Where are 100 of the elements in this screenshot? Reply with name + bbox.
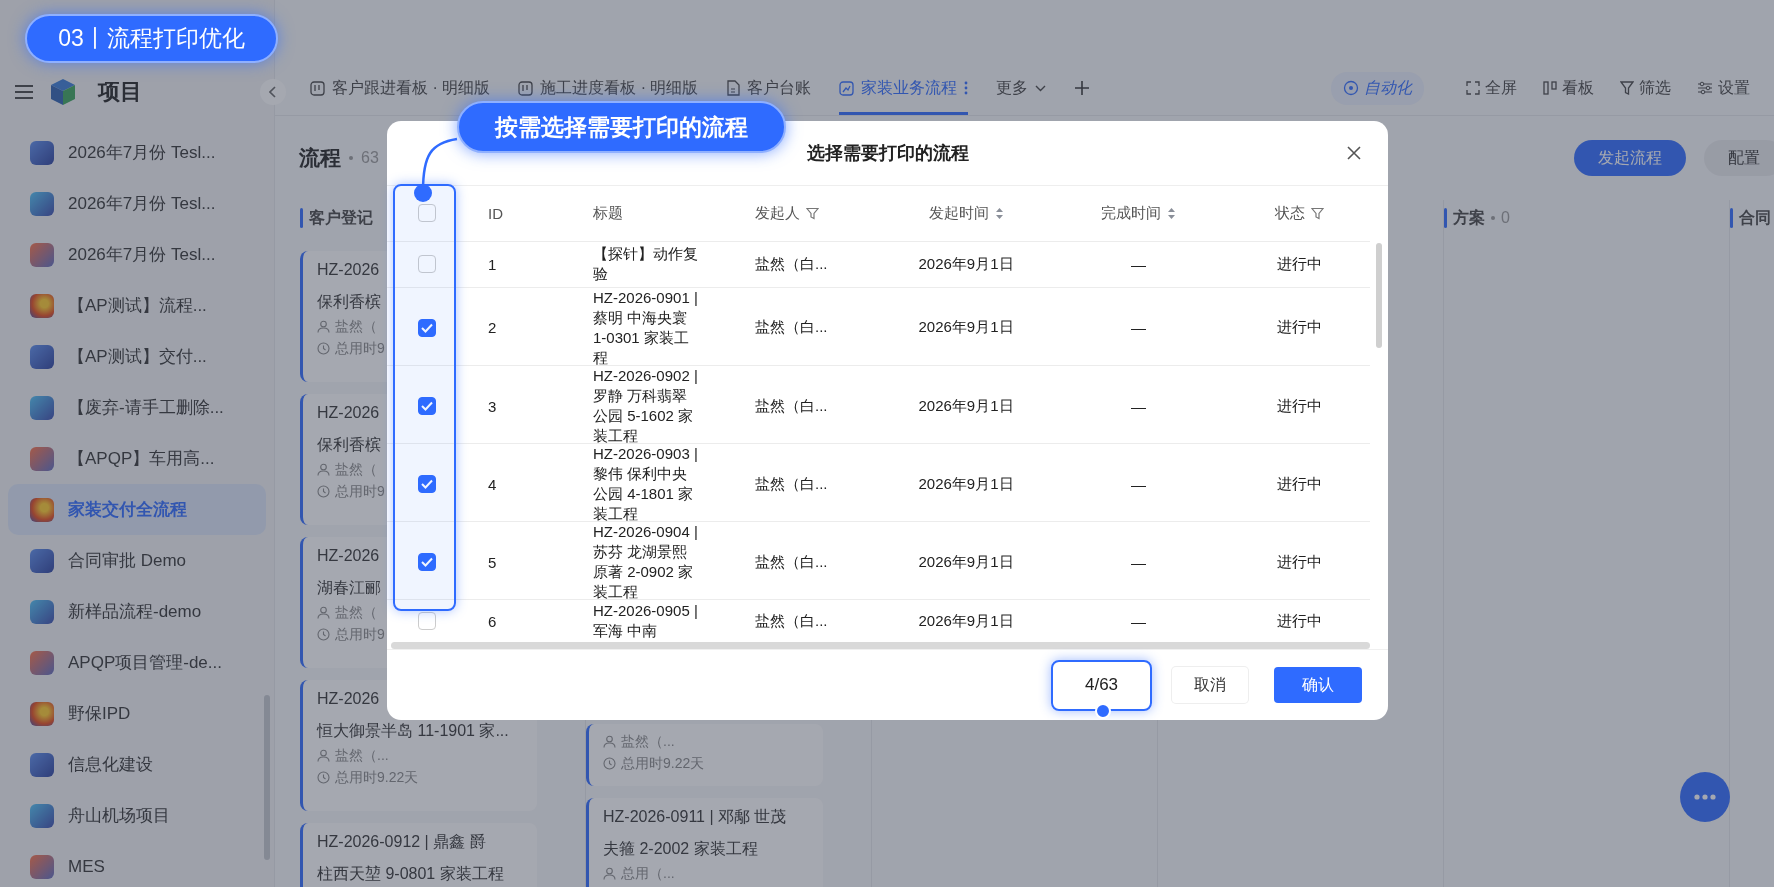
card-title: HZ-2026 [317, 546, 380, 566]
sidebar-item[interactable]: 2026年7月份 Tesl... [8, 127, 266, 178]
plus-icon [1074, 80, 1091, 96]
dialog-button[interactable]: 确认 [1274, 667, 1362, 703]
table-cell: 盐然（白... [755, 318, 828, 338]
page-title: 流程 [299, 145, 341, 171]
checkbox[interactable] [417, 318, 436, 337]
document-icon [726, 80, 741, 96]
sidebar-item[interactable]: 【废弃-请手工删除... [8, 382, 266, 433]
process-card[interactable]: HZ-2026-0911 | 邓鄅 世茂 夫箍 2-2002 家装工程 总用（... [586, 798, 823, 887]
more-button[interactable] [1680, 772, 1730, 822]
sort-icon[interactable] [994, 206, 1004, 220]
table-cell: — [1131, 475, 1146, 493]
table-cell: — [1131, 553, 1146, 571]
scrollbar[interactable] [264, 695, 270, 860]
checkbox[interactable] [417, 475, 436, 494]
callout: 按需选择需要打印的流程 [457, 101, 786, 153]
table-cell: 2026年9月1日 [918, 552, 1014, 572]
person-name: 盐然（ [335, 603, 377, 621]
checkbox[interactable] [417, 255, 436, 274]
separator-dot [349, 156, 353, 160]
app-icon [30, 191, 54, 216]
sidebar-item[interactable]: 合同审批 Demo [8, 535, 266, 586]
toolbar-button[interactable]: 看板 [1543, 77, 1594, 99]
table-cell: 进行中 [1277, 318, 1322, 338]
process-card[interactable]: 盐然（... 总用时9.22天 [586, 724, 823, 786]
action-button[interactable]: 发起流程 [1574, 140, 1686, 176]
sidebar-item[interactable]: 野保IPD [8, 688, 266, 739]
sidebar-item[interactable]: 舟山机场项目 [8, 790, 266, 841]
sidebar-item[interactable]: 新样品流程-demo [8, 586, 266, 637]
table-cell: 进行中 [1277, 254, 1322, 274]
app-icon [30, 599, 54, 624]
checkbox[interactable] [417, 204, 436, 223]
scrollbar[interactable] [391, 642, 1370, 649]
column-header: 发起人 [755, 203, 800, 223]
table-cell: 2 [488, 319, 497, 337]
target-icon [1343, 80, 1359, 96]
process-card[interactable]: HZ-2026-0912 | 鼎鑫 爵 柱西天堃 9-0801 家装工程 [300, 823, 537, 887]
sidebar-item[interactable]: 【AP测试】交付... [8, 331, 266, 382]
table-cell: 盐然（白... [755, 254, 828, 274]
duration-text: 总用时9.22天 [621, 754, 705, 772]
toolbar-button[interactable]: 设置 [1697, 77, 1750, 99]
board-icon [310, 80, 325, 96]
person-icon [317, 462, 330, 476]
collapse-button[interactable] [260, 79, 286, 105]
table-cell: HZ-2026-0905 | 军海 中南 [593, 601, 699, 642]
sidebar-item[interactable]: 【AP测试】流程... [8, 280, 266, 331]
close-icon [1346, 145, 1362, 161]
tab[interactable]: 家装业务流程 [839, 61, 969, 115]
dialog-button[interactable]: 取消 [1172, 667, 1248, 703]
chevron-down-icon [1035, 84, 1047, 92]
person-icon [603, 734, 616, 748]
sidebar-item[interactable]: APQP项目管理-de... [8, 637, 266, 688]
table-cell: 2026年9月1日 [918, 396, 1014, 416]
column-marker [1444, 208, 1447, 228]
clock-icon [317, 627, 330, 641]
checkbox[interactable] [417, 397, 436, 415]
column-title: 方案 [1453, 207, 1485, 228]
sidebar-item[interactable]: MES [8, 841, 266, 887]
scrollbar[interactable] [1376, 243, 1382, 348]
person-name: 盐然（ [335, 460, 377, 478]
app-icon [30, 752, 54, 777]
column-marker [300, 208, 303, 228]
filter-icon[interactable] [1311, 206, 1324, 220]
person-name: 盐然（ [335, 317, 377, 335]
sidebar-item[interactable]: 【APQP】车用高... [8, 433, 266, 484]
person-icon [317, 319, 330, 333]
checkbox[interactable] [417, 553, 436, 572]
card-title: 湖春江郦 [317, 578, 381, 598]
tab[interactable]: 更多 [996, 61, 1047, 115]
card-title: HZ-2026 [317, 403, 380, 423]
columns-icon [1543, 81, 1557, 95]
toolbar-button[interactable]: 筛选 [1620, 77, 1671, 99]
chevron-icon [269, 86, 277, 98]
filter-icon[interactable] [806, 206, 819, 220]
action-button[interactable]: 配置 [1704, 140, 1774, 176]
sidebar-item[interactable]: 2026年7月份 Tesl... [8, 229, 266, 280]
toolbar-button[interactable]: 自动化 [1331, 71, 1424, 105]
sidebar-item[interactable]: 家装交付全流程 [8, 484, 266, 535]
card-title: 柱西天堃 9-0801 家装工程 [317, 864, 504, 884]
column-header: 发起时间 [928, 203, 989, 223]
filter-icon [1620, 81, 1634, 95]
table-cell: 进行中 [1277, 552, 1322, 572]
table-cell: 【探针】动作复验 [593, 244, 699, 285]
checkbox[interactable] [417, 612, 436, 631]
app-icon [30, 242, 54, 267]
menu-icon[interactable] [14, 84, 34, 100]
sort-icon[interactable] [1167, 206, 1176, 220]
table-cell: 盐然（白... [755, 611, 828, 631]
column-header: 状态 [1275, 203, 1305, 223]
table-cell: — [1131, 255, 1146, 273]
toolbar-button[interactable]: 全屏 [1466, 77, 1517, 99]
card-title: HZ-2026-0912 | 鼎鑫 爵 [317, 832, 486, 852]
sidebar-item[interactable]: 信息化建设 [8, 739, 266, 790]
sidebar-item[interactable]: 2026年7月份 Tesl... [8, 178, 266, 229]
table-cell: 进行中 [1277, 611, 1322, 631]
duration-text: 总用时9 [335, 339, 385, 357]
column-header: 完成时间 [1101, 203, 1161, 223]
person-name: 盐然（... [335, 746, 389, 764]
column-marker [1730, 208, 1733, 228]
